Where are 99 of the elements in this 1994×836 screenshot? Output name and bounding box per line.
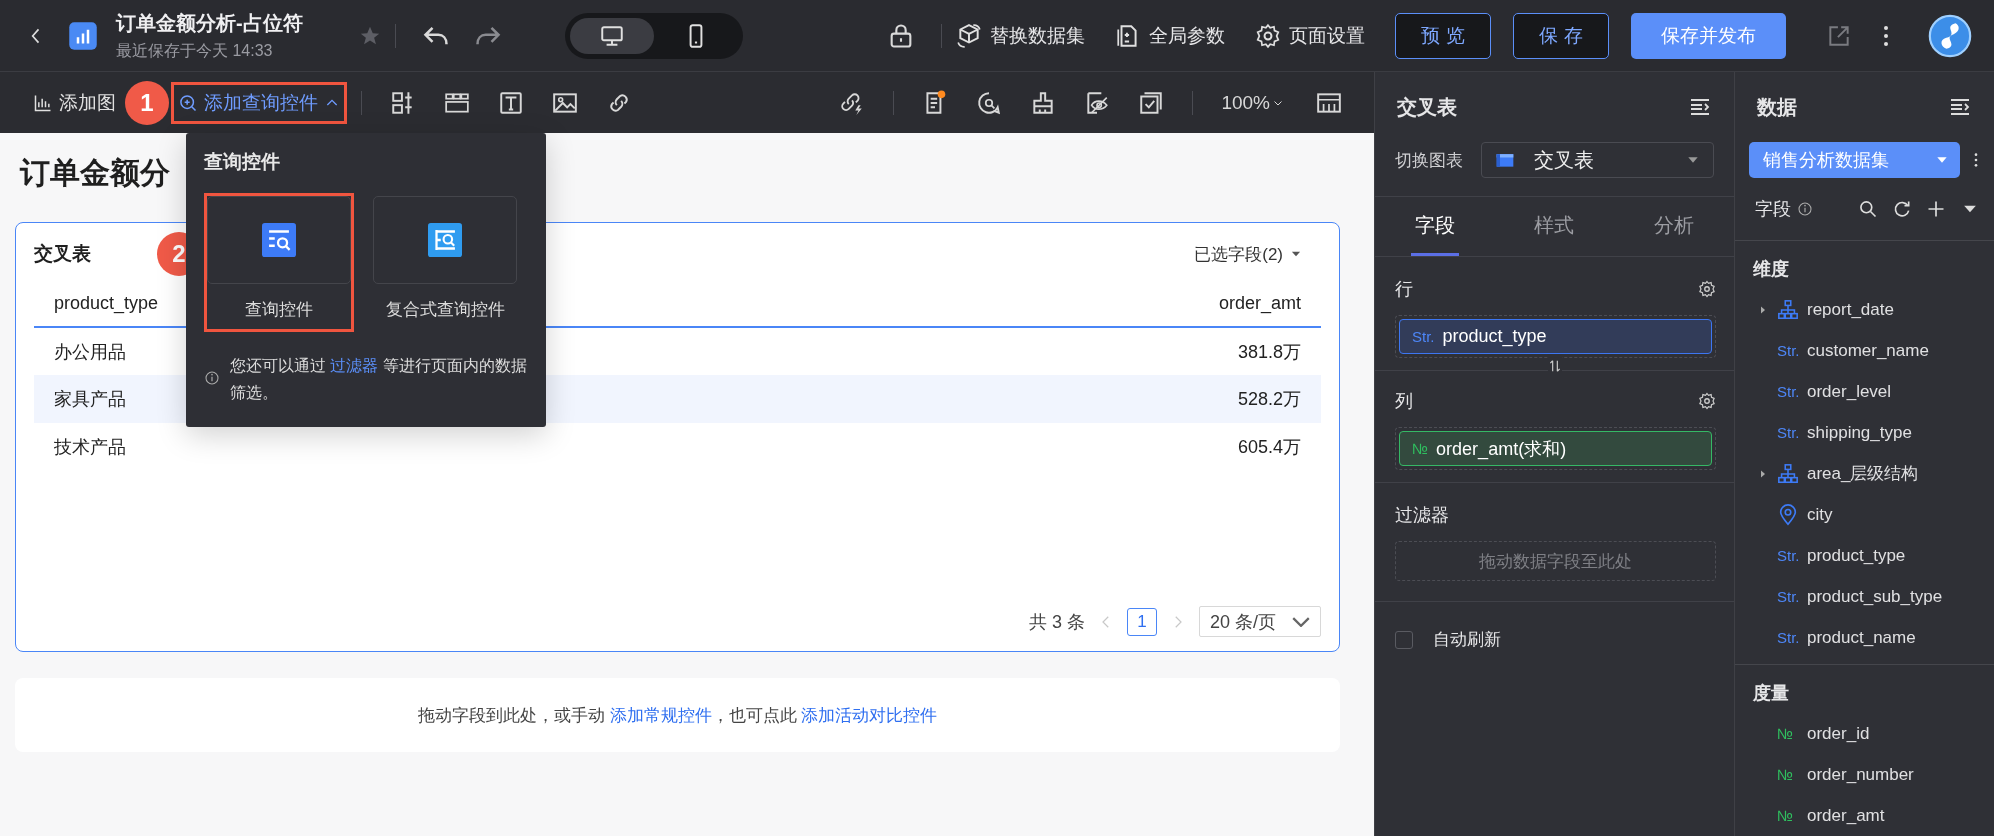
hierarchy-icon	[1777, 462, 1799, 485]
number-type-tag: №	[1777, 807, 1799, 824]
plus-icon[interactable]	[1926, 199, 1946, 219]
checkbox[interactable]	[1395, 630, 1413, 649]
location-pin-icon	[1777, 503, 1799, 526]
field-name[interactable]: order_number	[1807, 764, 1914, 785]
toolbar-action-button[interactable]: 页面设置	[1255, 22, 1365, 49]
panel-title: 交叉表	[1397, 94, 1457, 120]
toolbar-action-button[interactable]: 替换数据集	[956, 22, 1085, 49]
info-icon	[1797, 201, 1813, 217]
step-badge: 1	[125, 80, 169, 125]
string-type-tag: Str.	[1777, 342, 1799, 359]
string-type-tag: Str.	[1777, 588, 1799, 605]
popup-title: 查询控件	[204, 150, 281, 174]
section-label: 列	[1395, 390, 1413, 413]
string-type-tag: Str.	[1777, 424, 1799, 441]
hidden-icon[interactable]	[1084, 89, 1111, 116]
number-type-tag: №	[1777, 766, 1799, 783]
desktop-view-button[interactable]	[570, 17, 655, 54]
chevron-down-icon	[1292, 616, 1310, 627]
field-picker[interactable]: 已选字段(2)	[1194, 242, 1303, 266]
query-icon	[262, 223, 296, 257]
compound-query-icon	[428, 223, 462, 257]
hint-text: 您还可以通过 过滤器 等进行页面内的数据筛选。	[230, 356, 528, 403]
table-cell: 技术产品	[54, 437, 126, 457]
column-header: product_type	[54, 293, 159, 313]
hierarchy-icon	[1777, 298, 1799, 321]
column-header: order_amt	[1218, 293, 1301, 313]
checkbox-label: 自动刷新	[1433, 629, 1501, 651]
panel-title: 数据	[1757, 94, 1797, 120]
drop-hint-text: 拖动字段到此处，或手动 添加常规控件，也可点此 添加活动对比控件	[417, 704, 938, 727]
cube-icon	[956, 22, 982, 49]
avatar-icon[interactable]	[1928, 13, 1972, 58]
filter-link[interactable]: 过滤器	[330, 357, 379, 374]
checkbox-icon[interactable]	[1138, 89, 1165, 116]
add-query-control-button[interactable]: 添加查询控件	[171, 81, 347, 124]
panel-tab[interactable]: 字段	[1410, 197, 1459, 256]
field-name[interactable]: order_amt	[1807, 805, 1885, 826]
settings-icon[interactable]	[1698, 280, 1716, 298]
save-status: 最近保存于今天 14:33	[116, 40, 274, 61]
string-type-tag: Str.	[1412, 328, 1435, 345]
chart-type-select[interactable]: 交叉表	[1481, 142, 1714, 178]
field-name[interactable]: customer_name	[1807, 340, 1929, 361]
field-name[interactable]: product_type	[1807, 545, 1906, 566]
table-cell: 528.2万	[1237, 389, 1301, 409]
field-name[interactable]: shipping_type	[1807, 422, 1912, 443]
section-label: 过滤器	[1395, 504, 1450, 527]
page-title: 订单金额分	[18, 155, 170, 191]
number-type-tag: №	[1412, 440, 1429, 457]
chat-search-icon[interactable]	[976, 89, 1003, 116]
bar-chart-logo-icon	[68, 20, 98, 51]
toolbar-action-button[interactable]: 全局参数	[1115, 22, 1225, 49]
text-icon[interactable]	[498, 89, 524, 116]
field-name[interactable]: order_level	[1807, 381, 1892, 402]
field-chip[interactable]: № order_amt(求和)	[1399, 431, 1712, 466]
table-cell: 381.8万	[1237, 341, 1301, 362]
page-button[interactable]: 1	[1126, 607, 1157, 636]
header-button[interactable]: 预 览	[1395, 12, 1491, 59]
field-chip[interactable]: Str. product_type	[1399, 319, 1712, 354]
table-cell: 办公用品	[54, 341, 126, 362]
info-icon	[204, 370, 220, 386]
refresh-icon[interactable]	[1892, 199, 1912, 219]
panel-tab[interactable]: 样式	[1530, 197, 1579, 256]
header-button[interactable]: 保 存	[1513, 12, 1609, 59]
filter-drop-zone: 拖动数据字段至此处	[1395, 541, 1716, 581]
query-control-option[interactable]: 复合式查询控件	[370, 193, 520, 332]
total-count: 共 3 条	[1028, 610, 1085, 634]
add-comparison-control-link[interactable]: 添加活动对比控件	[801, 705, 938, 725]
switch-chart-label: 切换图表	[1395, 149, 1463, 172]
field-name: product_type	[1442, 326, 1547, 347]
panel-tab[interactable]: 分析	[1650, 197, 1699, 256]
fields-label: 字段	[1755, 198, 1791, 221]
field-name[interactable]: report_date	[1807, 299, 1894, 320]
field-name[interactable]: product_sub_type	[1807, 586, 1943, 607]
query-control-option[interactable]: 查询控件	[204, 193, 354, 332]
chart-title: 交叉表	[34, 242, 91, 266]
field-name[interactable]: area_层级结构	[1807, 462, 1919, 485]
zoom-select[interactable]: 100%	[1221, 91, 1284, 114]
string-type-tag: Str.	[1777, 547, 1799, 564]
group-label: 度量	[1752, 682, 1790, 705]
table-cell: 605.4万	[1237, 437, 1301, 457]
table-cell: 家具产品	[54, 389, 126, 409]
field-name[interactable]: city	[1807, 504, 1833, 525]
settings-icon[interactable]	[1698, 392, 1716, 410]
settings-icon	[1255, 22, 1281, 49]
page-size-select[interactable]: 20 条/页	[1198, 606, 1321, 637]
report-title: 订单金额分析-占位符	[116, 10, 303, 36]
zoom-in-icon	[178, 92, 198, 113]
string-type-tag: Str.	[1777, 383, 1799, 400]
field-name[interactable]: order_id	[1807, 723, 1870, 744]
field-name[interactable]: product_name	[1807, 627, 1916, 648]
search-icon[interactable]	[1858, 199, 1878, 219]
add-chart-button[interactable]: 添加图	[26, 81, 123, 124]
add-control-link[interactable]: 添加常规控件	[609, 705, 712, 725]
field-name: order_amt(求和)	[1436, 437, 1567, 461]
number-type-tag: №	[1777, 725, 1799, 742]
string-type-tag: Str.	[1777, 629, 1799, 646]
section-label: 行	[1395, 278, 1413, 301]
group-label: 维度	[1752, 258, 1790, 281]
